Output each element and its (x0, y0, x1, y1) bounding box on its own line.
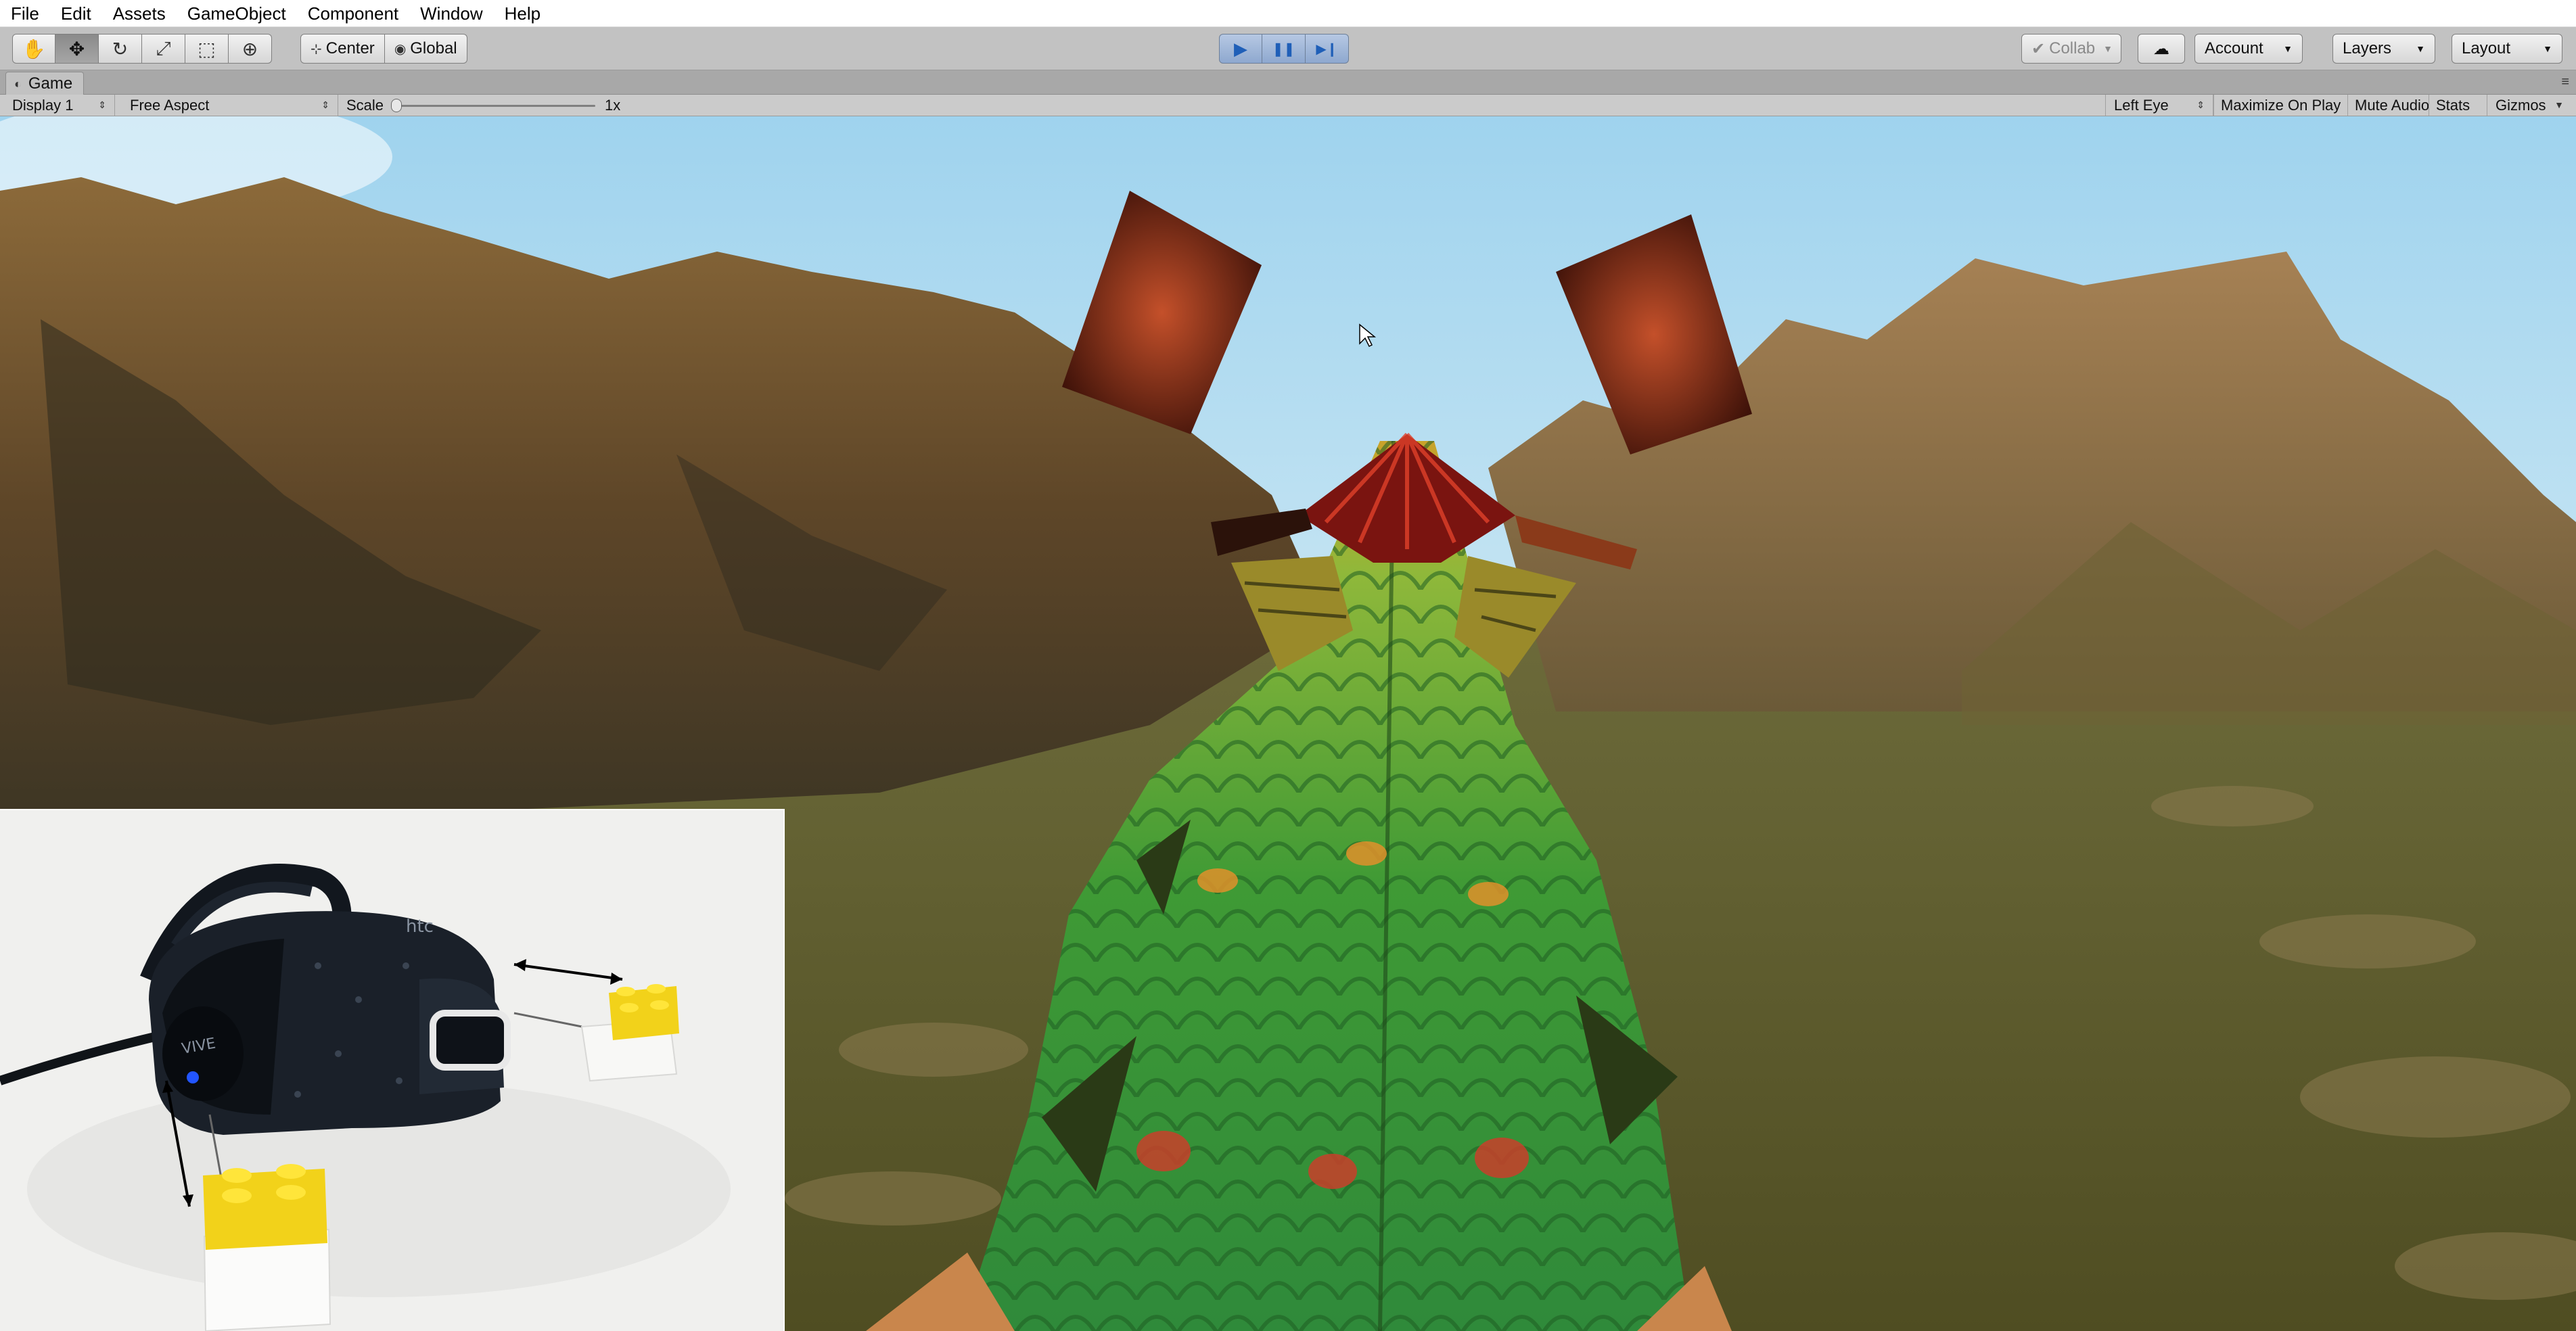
hand-icon: ✋ (22, 38, 46, 60)
transform-icon: ⊕ (242, 38, 258, 60)
pivot-rotation-button[interactable]: ◉ Global (384, 34, 467, 64)
maximize-on-play-button[interactable]: Maximize On Play (2213, 95, 2347, 116)
scale-value: 1x (605, 97, 621, 114)
chevron-down-icon: ▼ (2103, 43, 2113, 54)
game-controller-icon: ◐ (14, 76, 22, 91)
play-button[interactable]: ▶ (1219, 34, 1262, 64)
layers-dropdown[interactable]: Layers ▼ (2332, 34, 2435, 64)
toolbar: ✋ ✥ ↻ ⤢ ⬚ ⊕ ⊹ Center ◉ Global ▶ ❚❚ ▶❙ ✔ … (0, 27, 2576, 70)
layout-label: Layout (2462, 39, 2511, 57)
scale-label: Scale (346, 97, 384, 114)
game-tab-bar: ◐ Game ≡ (0, 70, 2576, 95)
chevron-down-icon: ▼ (2543, 43, 2552, 54)
play-icon: ▶ (1234, 38, 1247, 59)
scale-slider-track[interactable] (392, 105, 595, 107)
eye-label: Left Eye (2114, 97, 2169, 114)
menu-edit[interactable]: Edit (50, 0, 102, 27)
eye-dropdown[interactable]: Left Eye ⇕ (2105, 95, 2213, 116)
play-controls: ▶ ❚❚ ▶❙ (1219, 34, 1349, 64)
pivot-controls: ⊹ Center ◉ Global (300, 34, 467, 64)
scale-slider-thumb[interactable] (391, 99, 402, 112)
scale-tool-button[interactable]: ⤢ (142, 34, 185, 64)
layout-dropdown[interactable]: Layout ▼ (2452, 34, 2562, 64)
hand-tool-button[interactable]: ✋ (12, 34, 55, 64)
move-tool-button[interactable]: ✥ (55, 34, 99, 64)
cloud-button[interactable]: ☁ (2138, 34, 2185, 64)
account-dropdown[interactable]: Account ▼ (2194, 34, 2303, 64)
pause-button[interactable]: ❚❚ (1262, 34, 1306, 64)
rotate-icon: ↻ (112, 38, 129, 60)
chevron-down-icon: ▼ (2554, 99, 2564, 110)
account-label: Account (2205, 39, 2263, 57)
transform-tools: ✋ ✥ ↻ ⤢ ⬚ ⊕ (12, 34, 272, 64)
menu-component[interactable]: Component (297, 0, 409, 27)
mute-audio-button[interactable]: Mute Audio (2347, 95, 2436, 116)
step-button[interactable]: ▶❙ (1306, 34, 1349, 64)
inset-photo: htc VIVE (0, 809, 785, 1331)
stats-button[interactable]: Stats (2429, 95, 2477, 116)
vr-headset-illustration: htc VIVE (0, 810, 783, 1331)
tab-game[interactable]: ◐ Game (5, 72, 85, 95)
aspect-dropdown[interactable]: Free Aspect ⇕ (122, 95, 338, 116)
pivot-rotation-label: Global (410, 39, 457, 57)
pivot-center-button[interactable]: ⊹ Center (300, 34, 385, 64)
menu-file[interactable]: File (0, 0, 50, 27)
scale-icon: ⤢ (156, 37, 171, 59)
chevron-down-icon: ▼ (2416, 43, 2425, 54)
layers-label: Layers (2343, 39, 2392, 57)
move-arrows-icon: ✥ (68, 38, 85, 60)
headset-brand-text: htc (406, 916, 434, 937)
menu-bar: File Edit Assets GameObject Component Wi… (0, 0, 2576, 27)
cloud-icon: ☁ (2153, 39, 2169, 58)
globe-icon: ◉ (394, 41, 407, 57)
rect-tool-icon: ⬚ (198, 38, 216, 60)
menu-gameobject[interactable]: GameObject (177, 0, 297, 27)
display-dropdown[interactable]: Display 1 ⇕ (4, 95, 115, 116)
pause-icon: ❚❚ (1272, 41, 1295, 57)
chevron-down-icon: ▼ (2283, 43, 2293, 54)
pivot-icon: ⊹ (310, 41, 322, 57)
gizmos-label: Gizmos (2496, 97, 2546, 114)
menu-help[interactable]: Help (494, 0, 551, 27)
tab-game-label: Game (28, 74, 73, 93)
panel-menu-icon[interactable]: ≡ (2561, 74, 2569, 90)
transform-tool-button[interactable]: ⊕ (229, 34, 272, 64)
pivot-center-label: Center (325, 39, 375, 57)
game-controls-bar: Display 1 ⇕ Free Aspect ⇕ Scale 1x Left … (0, 95, 2576, 116)
display-label: Display 1 (12, 97, 74, 114)
gizmos-dropdown[interactable]: Gizmos ▼ (2487, 95, 2572, 116)
rotate-tool-button[interactable]: ↻ (99, 34, 142, 64)
collab-dropdown[interactable]: ✔ Collab ▼ (2021, 34, 2121, 64)
menu-window[interactable]: Window (409, 0, 493, 27)
rect-tool-button[interactable]: ⬚ (185, 34, 229, 64)
updown-arrows-icon: ⇕ (98, 99, 106, 110)
step-icon: ▶❙ (1316, 41, 1338, 57)
aspect-label: Free Aspect (130, 97, 210, 114)
checkmark-icon: ✔ (2031, 39, 2046, 58)
updown-arrows-icon: ⇕ (321, 99, 329, 110)
updown-arrows-icon: ⇕ (2196, 99, 2205, 110)
collab-label: Collab (2049, 39, 2096, 57)
menu-assets[interactable]: Assets (102, 0, 177, 27)
